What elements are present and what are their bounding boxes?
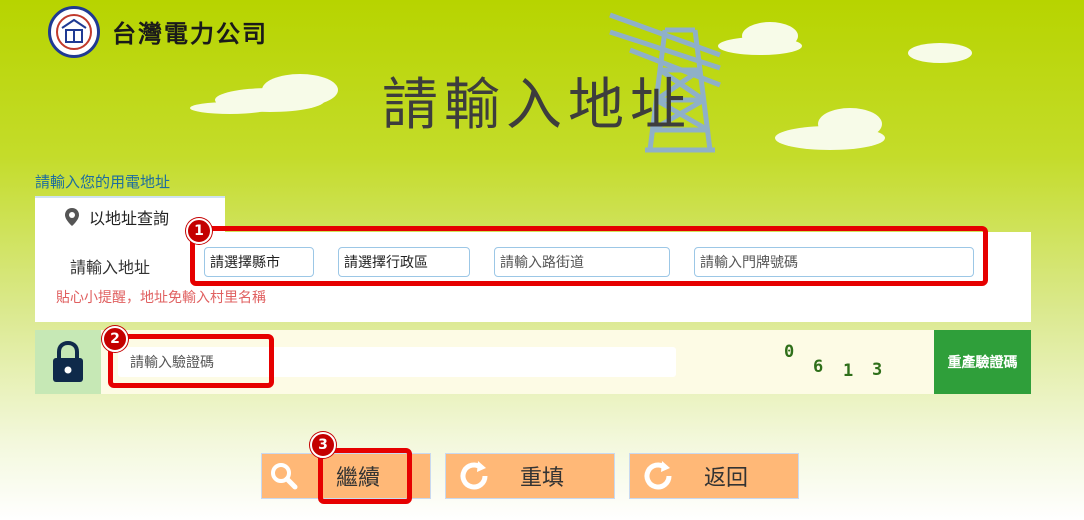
annotation-badge-3: 3 [310,432,336,458]
back-button-label: 返回 [704,466,749,491]
annotation-box-3 [318,448,412,504]
location-pin-icon [65,208,79,226]
reset-icon-cell [446,454,502,498]
lock-box [35,330,101,394]
annotation-box-2 [108,334,274,388]
reset-button[interactable]: 重填 [445,453,615,499]
section-label: 請輸入您的用電地址 [35,173,171,191]
regenerate-captcha-button[interactable]: 重產驗證碼 [934,330,1031,394]
lock-icon [53,341,83,382]
back-button[interactable]: 返回 [629,453,799,499]
refresh-icon [460,461,488,490]
back-icon-cell [630,454,686,498]
captcha-char-4: 3 [872,360,883,380]
annotation-badge-1: 1 [186,218,212,244]
address-hint: 貼心小提醒，地址免輸入村里名稱 [56,290,266,306]
taipower-logo [48,6,100,58]
annotation-box-1 [190,226,988,286]
address-row-label: 請輸入地址 [70,258,151,277]
captcha-char-1: 0 [784,342,795,362]
return-icon [644,461,672,490]
cloud-far-right-decoration [908,43,972,63]
annotation-badge-2: 2 [102,326,128,352]
taipower-emblem-icon [56,14,92,50]
cloud-right-decoration [775,108,885,150]
captcha-char-2: 6 [813,357,824,377]
captcha-char-3: 1 [843,361,854,381]
page-title: 請輸入地址 [382,73,692,138]
tab-address-search-label: 以地址查詢 [89,209,170,228]
cloud-left-decoration [190,74,338,114]
search-icon-cell [262,454,306,498]
company-name: 台灣電力公司 [112,19,268,48]
search-icon [271,463,298,490]
reset-button-label: 重填 [520,466,565,491]
